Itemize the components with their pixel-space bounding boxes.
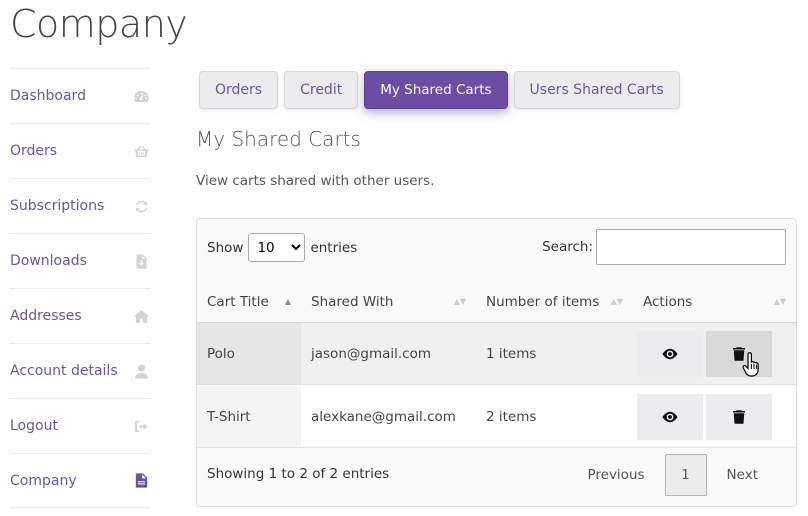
tab-orders[interactable]: Orders — [199, 71, 279, 109]
sidebar-item-label: Dashboard — [10, 88, 86, 104]
delete-cart-button[interactable] — [706, 393, 772, 440]
show-label: Show — [207, 239, 244, 256]
items-count-cell: 2 items — [486, 408, 537, 425]
sidebar-item-company[interactable]: Company — [10, 453, 150, 508]
table-info: Showing 1 to 2 of 2 entries — [207, 466, 390, 482]
sidebar-item-label: Account details — [10, 363, 118, 379]
shared-carts-table: Show 10 entries Search: Cart Title ▲ Sha… — [196, 218, 797, 507]
home-icon — [132, 307, 150, 325]
eye-icon — [662, 348, 678, 359]
column-header-cart-title[interactable]: Cart Title ▲ — [197, 281, 301, 322]
table-search: Search: — [542, 229, 786, 265]
sign-out-icon — [132, 417, 150, 435]
sidebar-item-downloads[interactable]: Downloads — [10, 233, 150, 288]
document-icon — [132, 472, 150, 490]
dashboard-icon — [132, 87, 150, 105]
sidebar-item-label: Addresses — [10, 308, 82, 324]
sidebar-item-account-details[interactable]: Account details — [10, 343, 150, 398]
tab-credit[interactable]: Credit — [284, 71, 359, 109]
sidebar-item-label: Company — [10, 472, 77, 489]
eye-icon — [662, 411, 678, 422]
account-tabs: Orders Credit My Shared Carts Users Shar… — [199, 71, 680, 109]
basket-icon — [132, 142, 150, 160]
shared-with-cell: alexkane@gmail.com — [311, 408, 456, 425]
user-icon — [132, 362, 150, 380]
sidebar-item-addresses[interactable]: Addresses — [10, 288, 150, 343]
delete-cart-button[interactable] — [706, 330, 772, 377]
sidebar-item-logout[interactable]: Logout — [10, 398, 150, 453]
trash-icon — [733, 409, 745, 424]
table-row: Polo jason@gmail.com 1 items — [197, 323, 796, 385]
items-count-cell: 1 items — [486, 345, 537, 362]
search-label: Search: — [542, 239, 593, 255]
column-header-label: Cart Title — [207, 293, 269, 310]
sort-icon: ▲▼ — [453, 296, 466, 306]
table-header: Cart Title ▲ Shared With ▲▼ Number of it… — [197, 281, 796, 323]
sort-asc-icon: ▲ — [284, 296, 291, 306]
pagination: Previous 1 Next — [567, 454, 778, 496]
page-title: Company — [10, 2, 188, 46]
column-header-number-of-items[interactable]: Number of items ▲▼ — [476, 281, 633, 322]
entries-label: entries — [310, 239, 358, 256]
column-header-actions[interactable]: Actions ▲▼ — [633, 281, 796, 322]
sidebar-item-label: Logout — [10, 418, 58, 434]
tab-my-shared-carts[interactable]: My Shared Carts — [364, 71, 508, 109]
sidebar-item-label: Downloads — [10, 253, 87, 269]
actions-cell — [633, 386, 772, 447]
column-header-label: Shared With — [311, 293, 394, 310]
sidebar-item-label: Orders — [10, 143, 58, 159]
sort-icon: ▲▼ — [610, 296, 623, 306]
column-header-shared-with[interactable]: Shared With ▲▼ — [301, 281, 476, 322]
column-header-label: Number of items — [486, 293, 600, 310]
sidebar-item-label: Subscriptions — [10, 198, 105, 214]
cart-title-cell: T-Shirt — [197, 386, 301, 447]
sort-icon: ▲▼ — [773, 296, 786, 306]
page-length-control: Show 10 entries — [207, 233, 357, 262]
pagination-next[interactable]: Next — [707, 467, 778, 483]
account-sidebar: Dashboard Orders Subscriptions Downloads… — [10, 68, 150, 508]
sidebar-item-dashboard[interactable]: Dashboard — [10, 68, 150, 123]
view-cart-button[interactable] — [637, 330, 703, 377]
section-description: View carts shared with other users. — [196, 173, 435, 189]
shared-with-cell: jason@gmail.com — [311, 345, 431, 362]
pagination-page-button[interactable]: 1 — [664, 454, 707, 496]
page-length-select[interactable]: 10 — [248, 233, 306, 262]
tab-users-shared-carts[interactable]: Users Shared Carts — [513, 71, 680, 109]
file-download-icon — [132, 252, 150, 270]
column-header-label: Actions — [643, 293, 693, 310]
sidebar-item-orders[interactable]: Orders — [10, 123, 150, 178]
cart-title-cell: Polo — [197, 323, 301, 384]
search-input[interactable] — [596, 229, 786, 265]
refresh-icon — [132, 197, 150, 215]
view-cart-button[interactable] — [637, 393, 703, 440]
table-row: T-Shirt alexkane@gmail.com 2 items — [197, 386, 796, 448]
hand-cursor-icon — [742, 352, 759, 377]
pagination-previous[interactable]: Previous — [567, 467, 664, 483]
section-title: My Shared Carts — [196, 127, 361, 151]
sidebar-item-subscriptions[interactable]: Subscriptions — [10, 178, 150, 233]
